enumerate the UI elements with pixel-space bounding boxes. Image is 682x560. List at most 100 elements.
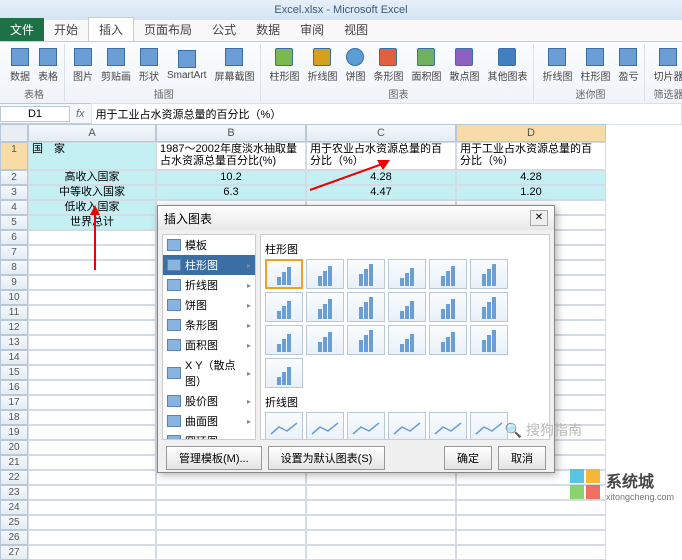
ribbon-折线图[interactable]: 折线图	[539, 46, 575, 85]
col-head-C[interactable]: C	[306, 124, 456, 142]
row-head-20[interactable]: 20	[0, 440, 28, 455]
cell-14-A[interactable]	[28, 350, 156, 365]
ribbon-饼图[interactable]: 饼图	[342, 46, 368, 85]
chart-option-柱形图-16[interactable]	[429, 325, 467, 355]
cancel-button[interactable]: 取消	[498, 446, 546, 470]
ribbon-条形图[interactable]: 条形图	[370, 46, 406, 85]
row-head-2[interactable]: 2	[0, 170, 28, 185]
ribbon-表格[interactable]: 表格	[35, 46, 61, 85]
row-head-5[interactable]: 5	[0, 215, 28, 230]
fx-icon[interactable]: fx	[70, 108, 91, 120]
chart-option-柱形图-7[interactable]	[306, 292, 344, 322]
ribbon-柱形图[interactable]: 柱形图	[266, 46, 302, 85]
col-head-D[interactable]: D	[456, 124, 606, 142]
chart-option-柱形图-18[interactable]	[265, 358, 303, 388]
row-head-1[interactable]: 1	[0, 142, 28, 170]
cell-9-A[interactable]	[28, 275, 156, 290]
row-head-4[interactable]: 4	[0, 200, 28, 215]
chart-category-条形图[interactable]: 条形图▸	[163, 315, 255, 335]
row-head-27[interactable]: 27	[0, 545, 28, 560]
chart-option-折线图-5[interactable]	[470, 412, 508, 440]
cell-3-D[interactable]: 1.20	[456, 185, 606, 200]
cell-26-B[interactable]	[156, 530, 306, 545]
cell-16-A[interactable]	[28, 380, 156, 395]
cell-13-A[interactable]	[28, 335, 156, 350]
cell-17-A[interactable]	[28, 395, 156, 410]
chart-category-柱形图[interactable]: 柱形图▸	[163, 255, 255, 275]
cell-23-C[interactable]	[306, 485, 456, 500]
cell-19-A[interactable]	[28, 425, 156, 440]
ribbon-其他图表[interactable]: 其他图表	[484, 46, 530, 85]
chart-category-模板[interactable]: 模板	[163, 235, 255, 255]
row-head-13[interactable]: 13	[0, 335, 28, 350]
chart-category-面积图[interactable]: 面积图▸	[163, 335, 255, 355]
cell-15-A[interactable]	[28, 365, 156, 380]
tab-公式[interactable]: 公式	[202, 18, 246, 41]
ribbon-面积图[interactable]: 面积图	[408, 46, 444, 85]
chart-option-柱形图-15[interactable]	[388, 325, 426, 355]
chart-category-折线图[interactable]: 折线图▸	[163, 275, 255, 295]
chart-category-股价图[interactable]: 股价图▸	[163, 391, 255, 411]
ribbon-切片器[interactable]: 切片器	[650, 46, 682, 85]
tab-视图[interactable]: 视图	[334, 18, 378, 41]
chart-option-柱形图-1[interactable]	[306, 259, 344, 289]
cell-24-C[interactable]	[306, 500, 456, 515]
name-box[interactable]	[0, 106, 70, 122]
cell-23-A[interactable]	[28, 485, 156, 500]
cell-24-B[interactable]	[156, 500, 306, 515]
ribbon-形状[interactable]: 形状	[136, 46, 162, 85]
chart-option-柱形图-4[interactable]	[429, 259, 467, 289]
chart-option-柱形图-13[interactable]	[306, 325, 344, 355]
formula-bar[interactable]: 用于工业占水资源总量的百分比（%）	[91, 103, 682, 125]
row-head-16[interactable]: 16	[0, 380, 28, 395]
row-head-24[interactable]: 24	[0, 500, 28, 515]
col-head-A[interactable]: A	[28, 124, 156, 142]
cell-27-D[interactable]	[456, 545, 606, 560]
cell-27-C[interactable]	[306, 545, 456, 560]
chart-option-柱形图-8[interactable]	[347, 292, 385, 322]
row-head-21[interactable]: 21	[0, 455, 28, 470]
row-head-18[interactable]: 18	[0, 410, 28, 425]
cell-24-A[interactable]	[28, 500, 156, 515]
chart-option-折线图-2[interactable]	[347, 412, 385, 440]
ribbon-剪贴画[interactable]: 剪贴画	[98, 46, 134, 85]
cell-21-A[interactable]	[28, 455, 156, 470]
cell-3-B[interactable]: 6.3	[156, 185, 306, 200]
row-head-22[interactable]: 22	[0, 470, 28, 485]
close-icon[interactable]: ✕	[530, 210, 548, 226]
ribbon-屏幕截图[interactable]: 屏幕截图	[211, 46, 257, 85]
cell-25-B[interactable]	[156, 515, 306, 530]
row-head-17[interactable]: 17	[0, 395, 28, 410]
cell-25-A[interactable]	[28, 515, 156, 530]
cell-25-D[interactable]	[456, 515, 606, 530]
chart-option-柱形图-6[interactable]	[265, 292, 303, 322]
cell-22-A[interactable]	[28, 470, 156, 485]
row-head-15[interactable]: 15	[0, 365, 28, 380]
ribbon-数据[interactable]: 数据	[7, 46, 33, 85]
cell-2-C[interactable]: 4.28	[306, 170, 456, 185]
chart-option-折线图-3[interactable]	[388, 412, 426, 440]
chart-option-柱形图-2[interactable]	[347, 259, 385, 289]
ribbon-图片[interactable]: 图片	[70, 46, 96, 85]
cell-24-D[interactable]	[456, 500, 606, 515]
cell-20-A[interactable]	[28, 440, 156, 455]
ribbon-SmartArt[interactable]: SmartArt	[164, 48, 209, 83]
cell-27-A[interactable]	[28, 545, 156, 560]
chart-option-折线图-0[interactable]	[265, 412, 303, 440]
select-all-corner[interactable]	[0, 124, 28, 142]
chart-category-X Y（散点图）[interactable]: X Y（散点图）▸	[163, 355, 255, 391]
ok-button[interactable]: 确定	[444, 446, 492, 470]
cell-25-C[interactable]	[306, 515, 456, 530]
row-head-3[interactable]: 3	[0, 185, 28, 200]
chart-option-柱形图-11[interactable]	[470, 292, 508, 322]
cell-18-A[interactable]	[28, 410, 156, 425]
chart-option-折线图-4[interactable]	[429, 412, 467, 440]
tab-数据[interactable]: 数据	[246, 18, 290, 41]
tab-插入[interactable]: 插入	[88, 17, 134, 41]
cell-2-A[interactable]: 高收入国家	[28, 170, 156, 185]
cell-26-D[interactable]	[456, 530, 606, 545]
chart-option-柱形图-12[interactable]	[265, 325, 303, 355]
chart-option-柱形图-3[interactable]	[388, 259, 426, 289]
tab-file[interactable]: 文件	[0, 18, 44, 41]
cell-5-A[interactable]: 世界总计	[28, 215, 156, 230]
